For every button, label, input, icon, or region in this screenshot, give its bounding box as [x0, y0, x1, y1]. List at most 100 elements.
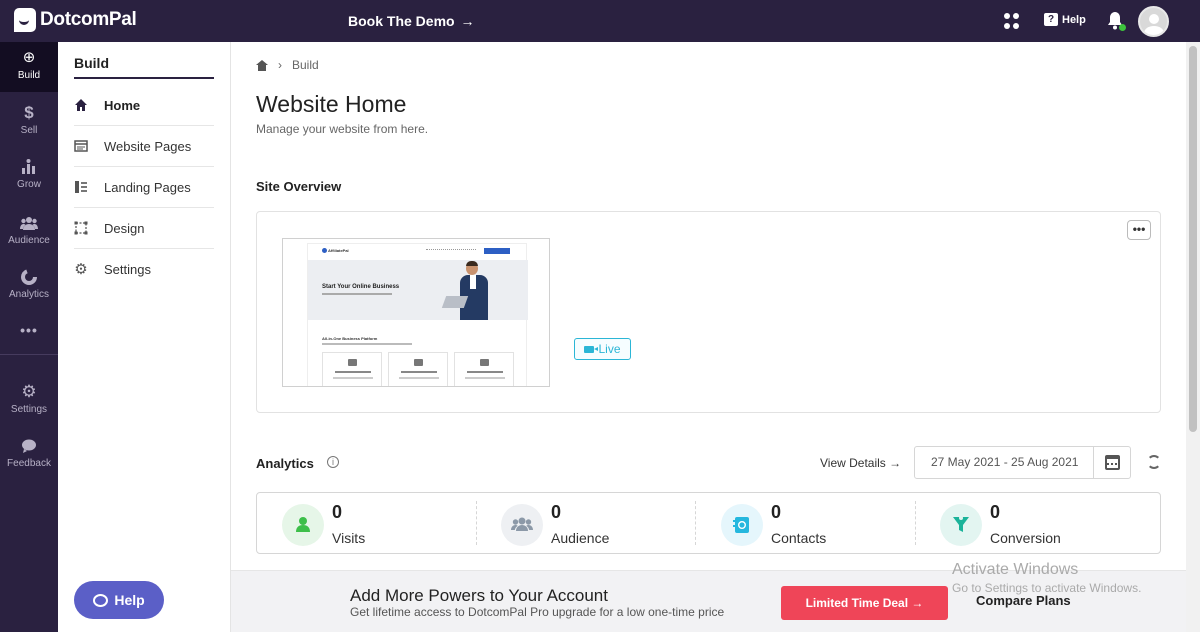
audience-icon [20, 215, 38, 231]
subnav-item-label: Settings [104, 262, 151, 277]
windows-activation-title: Activate Windows [952, 561, 1079, 578]
view-details-link[interactable]: View Details → [820, 456, 901, 470]
rail-item-analytics[interactable]: Analytics [0, 261, 58, 311]
gear-icon: ⚙ [21, 382, 37, 401]
user-icon [282, 504, 324, 546]
build-subnav: Build Home Website Pages Landing Pages D… [58, 42, 231, 632]
page-subtitle: Manage your website from here. [256, 122, 429, 136]
help-chat-label: Help [114, 592, 145, 608]
stat-value: 0 [332, 502, 343, 522]
preview-section-title: All-in-One Business Platform [322, 336, 378, 341]
rail-item-more[interactable]: ••• [0, 314, 58, 364]
top-bar: DotcomPal Book The Demo → ? Help [0, 0, 1200, 42]
subnav-item-label: Website Pages [104, 138, 192, 154]
upgrade-title: Add More Powers to Your Account [350, 586, 608, 605]
website-preview-thumbnail[interactable]: AffiliatePal Start Your Online Business … [282, 238, 550, 387]
stat-audience: 0 Audience [501, 502, 701, 548]
refresh-icon[interactable] [1147, 455, 1161, 469]
site-overview-title: Site Overview [256, 179, 342, 194]
rail-item-feedback[interactable]: Feedback [0, 430, 58, 480]
info-icon[interactable]: i [327, 456, 339, 468]
stat-value: 0 [771, 502, 782, 522]
scrollbar-thumb[interactable] [1189, 46, 1197, 432]
preview-hero-person-image [441, 261, 488, 320]
logo[interactable]: DotcomPal [14, 8, 137, 32]
help-chat-button[interactable]: Help [74, 581, 164, 619]
stat-label: Conversion [990, 530, 1061, 546]
feedback-icon [20, 438, 38, 454]
upgrade-subtitle: Get lifetime access to DotcomPal Pro upg… [350, 605, 725, 619]
stat-divider [915, 501, 916, 545]
online-status-dot [1119, 24, 1126, 31]
home-icon[interactable] [256, 59, 268, 71]
logo-icon [14, 8, 36, 32]
rail-item-grow[interactable]: Grow [0, 151, 58, 201]
logo-text: DotcomPal [40, 9, 137, 30]
subnav-item-label: Design [104, 220, 145, 236]
rail-item-label: Settings [10, 404, 48, 415]
rail-item-label: Audience [8, 235, 50, 246]
rail-item-sell[interactable]: $ Sell [0, 97, 58, 147]
page-title: Website Home [256, 91, 407, 117]
audience-icon [501, 504, 543, 546]
preview-feature-card [388, 352, 448, 386]
more-options-button[interactable]: ••• [1127, 220, 1151, 240]
rail-item-label: Feedback [7, 458, 51, 469]
apps-grid-icon[interactable] [1004, 13, 1020, 29]
subnav-item-settings[interactable]: ⚙ Settings [74, 249, 214, 290]
preview-section-text [322, 343, 412, 345]
breadcrumb-current[interactable]: Build [292, 58, 319, 72]
preview-nav-button [484, 248, 510, 254]
dollar-icon: $ [24, 103, 34, 122]
live-status-badge: Live [574, 338, 631, 360]
question-icon: ? [1044, 13, 1058, 26]
contacts-book-icon [721, 504, 763, 546]
vertical-scrollbar[interactable] [1186, 42, 1200, 632]
rail-divider [0, 354, 58, 355]
funnel-icon [940, 504, 982, 546]
analytics-icon [20, 269, 38, 285]
preview-feature-card [322, 352, 382, 386]
subnav-item-design[interactable]: Design [74, 208, 214, 249]
stat-divider [695, 501, 696, 545]
home-icon [74, 98, 88, 112]
help-link[interactable]: ? Help [1044, 13, 1086, 26]
date-range-input[interactable]: 27 May 2021 - 25 Aug 2021 [914, 446, 1094, 479]
preview-subline [322, 293, 392, 295]
subnav-item-website-pages[interactable]: Website Pages [74, 126, 214, 167]
main-content: › Build Website Home Manage your website… [231, 42, 1186, 632]
stat-label: Contacts [771, 530, 827, 546]
site-overview-card: ••• AffiliatePal Start Your Online Busin… [256, 211, 1161, 413]
stat-value: 0 [990, 502, 1001, 522]
notification-bell-icon[interactable] [1106, 11, 1126, 31]
subnav-item-label: Home [104, 97, 141, 113]
rail-item-label: Analytics [8, 289, 49, 300]
preview-feature-card [454, 352, 514, 386]
subnav-title: Build [74, 55, 109, 71]
stat-divider [476, 501, 477, 545]
analytics-stats-card: 0 Visits 0 Audience 0 Contacts 0 Convers… [256, 492, 1161, 554]
landing-icon [74, 180, 88, 194]
rail-item-label: Build [17, 70, 41, 81]
stat-label: Visits [332, 530, 366, 546]
rail-item-label: Sell [20, 125, 38, 136]
rail-item-build[interactable]: ⊕ Build [0, 42, 58, 92]
calendar-button[interactable] [1093, 446, 1131, 479]
preview-nav: AffiliatePal [308, 244, 528, 258]
compare-plans-link[interactable]: Compare Plans [976, 593, 1071, 608]
rail-item-settings[interactable]: ⚙ Settings [0, 376, 58, 426]
subnav-item-home[interactable]: Home [74, 85, 214, 126]
subnav-item-landing-pages[interactable]: Landing Pages [74, 167, 214, 208]
stat-visits: 0 Visits [282, 502, 482, 548]
breadcrumb: › Build [256, 58, 319, 72]
stat-label: Audience [551, 530, 610, 546]
analytics-title: Analytics [256, 456, 314, 471]
book-demo-link[interactable]: Book The Demo → [348, 13, 474, 29]
stat-value: 0 [551, 502, 562, 522]
avatar[interactable] [1138, 6, 1169, 37]
grow-icon [20, 159, 38, 175]
book-demo-label: Book The Demo [348, 13, 455, 29]
plus-circle-icon: ⊕ [22, 49, 36, 66]
limited-time-deal-button[interactable]: Limited Time Deal → [781, 586, 948, 620]
rail-item-audience[interactable]: Audience [0, 207, 58, 257]
